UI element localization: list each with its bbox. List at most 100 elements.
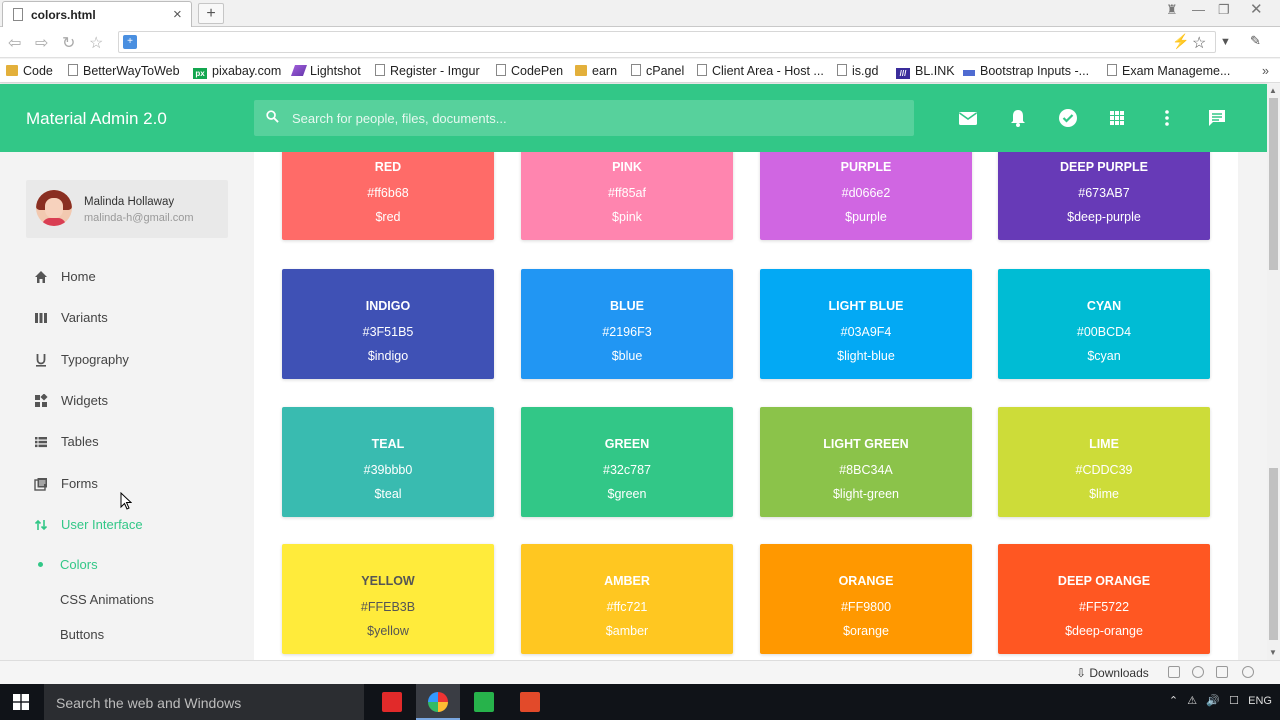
color-hex: #FF9800	[840, 600, 892, 614]
gesture-icon[interactable]: ✎	[1250, 33, 1261, 49]
bookmarks-overflow-icon[interactable]: »	[1262, 64, 1269, 78]
editor-app-icon	[474, 692, 494, 712]
color-variable: $amber	[605, 624, 649, 638]
reload-icon[interactable]: ↻	[62, 33, 75, 53]
profile-email: malinda-h@gmail.com	[84, 212, 194, 224]
new-tab-button[interactable]: +	[198, 3, 224, 24]
color-variable: $red	[375, 210, 401, 224]
color-variable: $light-blue	[837, 349, 895, 363]
sidebar-subitem-colors[interactable]: Colors	[60, 557, 98, 572]
menu-dropdown-icon[interactable]: ▼	[1220, 36, 1231, 48]
scroll-down-icon[interactable]: ▼	[1269, 648, 1277, 657]
taskbar-app-browser[interactable]	[416, 684, 460, 720]
color-card-lime: LIME #CDDC39 $lime	[998, 407, 1210, 517]
system-tray[interactable]: ⌃ ⚠ 🔊 ☐ ENG	[1169, 694, 1272, 707]
color-variable: $indigo	[367, 349, 409, 363]
color-variable: $yellow	[367, 624, 409, 638]
bookmark-item[interactable]: px pixabay.com	[193, 64, 281, 79]
bookmark-item[interactable]: BetterWayToWeb	[68, 64, 180, 78]
close-window-icon[interactable]: ✕	[1250, 0, 1263, 18]
taskbar-app-pdf[interactable]	[370, 684, 414, 720]
color-card-pink: PINK #ff85af $pink	[521, 152, 733, 240]
trash-icon[interactable]	[1168, 666, 1180, 678]
chat-icon[interactable]	[1207, 108, 1227, 128]
window-icon[interactable]	[1216, 666, 1228, 678]
brand-title[interactable]: Material Admin 2.0	[26, 109, 167, 129]
close-tab-icon[interactable]: ×	[173, 6, 182, 23]
bookmark-item[interactable]: Lightshot	[290, 64, 361, 78]
mail-icon[interactable]	[958, 108, 978, 128]
color-name: PURPLE	[840, 160, 892, 174]
color-hex: #FF5722	[1078, 600, 1130, 614]
bookmark-item[interactable]: earn	[575, 64, 617, 78]
lightshot-icon	[290, 65, 308, 76]
page-scrollbar[interactable]: ▲ ▼	[1267, 84, 1280, 660]
user-icon[interactable]: ♜	[1166, 2, 1178, 18]
browser-tab[interactable]: colors.html ×	[2, 1, 192, 27]
active-dot-icon	[38, 562, 43, 567]
taskbar-search[interactable]: Search the web and Windows	[44, 684, 364, 720]
flash-icon[interactable]: ⚡	[1172, 33, 1189, 50]
taskbar-app-recorder[interactable]	[508, 684, 552, 720]
colors-panel: RED #ff6b68 $red PINK #ff85af $pink PURPLE #d06…	[254, 152, 1238, 660]
windows-start-icon[interactable]	[13, 694, 29, 710]
bookmark-item[interactable]: Code	[6, 64, 53, 78]
scroll-up-icon[interactable]: ▲	[1269, 86, 1277, 95]
search-bar[interactable]: Search for people, files, documents...	[254, 100, 914, 136]
color-hex: #673AB7	[1078, 186, 1130, 200]
bookmark-item[interactable]: CodePen	[496, 64, 563, 78]
back-icon[interactable]: ⇦	[8, 33, 21, 53]
bookmark-item[interactable]: cPanel	[631, 64, 684, 78]
bookmark-item[interactable]: Bootstrap Inputs -...	[963, 64, 1089, 78]
user-profile-card[interactable]: Malinda Hollaway malinda-h@gmail.com	[26, 180, 228, 238]
color-name: AMBER	[604, 574, 650, 588]
page-icon	[496, 64, 506, 76]
scrollbar-thumb[interactable]	[1269, 98, 1278, 270]
page-icon	[697, 64, 707, 76]
color-variable: $lime	[1089, 487, 1119, 501]
color-variable: $teal	[374, 487, 402, 501]
color-card-yellow: YELLOW #FFEB3B $yellow	[282, 544, 494, 654]
bookmark-item[interactable]: Exam Manageme...	[1107, 64, 1230, 78]
color-variable: $green	[607, 487, 647, 501]
color-hex: #d066e2	[841, 186, 891, 200]
apps-grid-icon[interactable]	[1107, 108, 1127, 128]
search-icon	[266, 110, 279, 123]
avatar	[36, 190, 72, 226]
sound-icon[interactable]	[1192, 666, 1204, 678]
zoom-icon[interactable]	[1242, 666, 1254, 678]
forward-icon[interactable]: ⇨	[35, 33, 48, 53]
color-card-green: GREEN #32c787 $green	[521, 407, 733, 517]
bell-icon[interactable]	[1008, 108, 1028, 128]
color-variable: $deep-orange	[1065, 624, 1143, 638]
sidebar-subitem-css-animations[interactable]: CSS Animations	[60, 592, 154, 607]
color-variable: $deep-purple	[1067, 210, 1141, 224]
bookmark-item[interactable]: Client Area - Host ...	[697, 64, 824, 78]
bookmark-star-icon[interactable]: ☆	[1192, 33, 1206, 53]
color-name: DEEP PURPLE	[1060, 160, 1148, 174]
swap-icon	[34, 519, 48, 531]
bookmark-item[interactable]: Register - Imgur	[375, 64, 480, 78]
home-browser-icon[interactable]: ☆	[89, 33, 103, 53]
downloads-button[interactable]: ⇩ Downloads	[1076, 666, 1149, 680]
sidebar-subitem-buttons[interactable]: Buttons	[60, 627, 104, 642]
bookmark-item[interactable]: ///BL.INK	[896, 64, 955, 79]
color-variable: $purple	[845, 210, 887, 224]
minimize-icon[interactable]: —	[1192, 2, 1205, 17]
search-input[interactable]: Search for people, files, documents...	[292, 111, 507, 126]
color-name: LIGHT GREEN	[823, 437, 909, 451]
url-field[interactable]: +	[118, 31, 1216, 53]
taskbar-app-editor[interactable]	[462, 684, 506, 720]
app-header: Material Admin 2.0 Search for people, fi…	[0, 84, 1267, 152]
color-name: ORANGE	[838, 574, 894, 588]
color-hex: #00BCD4	[1076, 325, 1132, 339]
more-vert-icon[interactable]	[1157, 108, 1177, 128]
check-circle-icon[interactable]	[1058, 108, 1078, 128]
color-card-red: RED #ff6b68 $red	[282, 152, 494, 240]
page-icon	[68, 64, 78, 76]
color-name: DEEP ORANGE	[1057, 574, 1151, 588]
scrollbar-thumb[interactable]	[1269, 468, 1278, 640]
bookmark-item[interactable]: is.gd	[837, 64, 878, 78]
color-card-indigo: INDIGO #3F51B5 $indigo	[282, 269, 494, 379]
restore-icon[interactable]: ❐	[1218, 2, 1230, 18]
